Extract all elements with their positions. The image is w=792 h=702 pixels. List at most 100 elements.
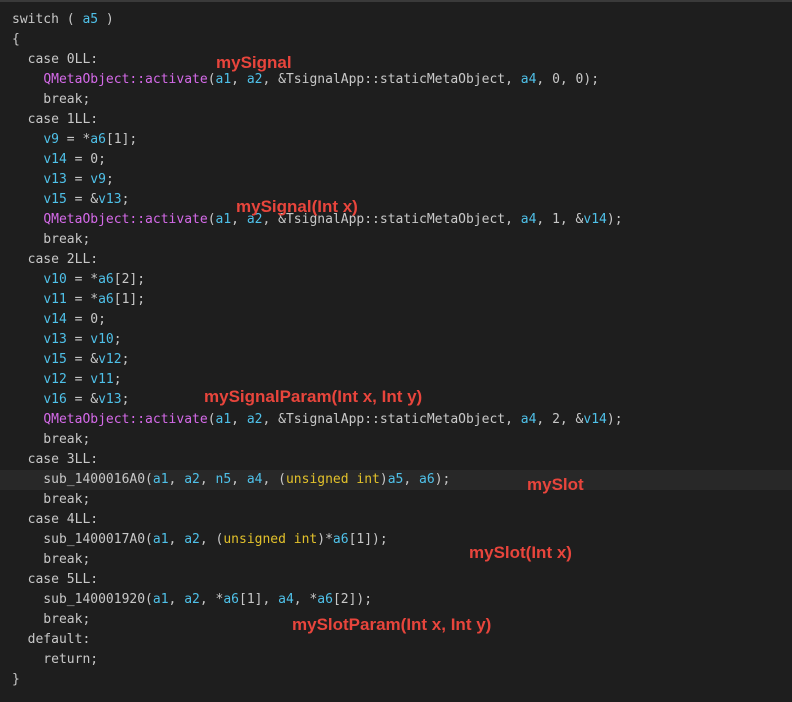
code-text: = 0; xyxy=(66,312,106,327)
code-variable: a1 xyxy=(152,532,169,547)
code-line[interactable]: v13 = v9; xyxy=(12,170,113,190)
code-text: , 1, & xyxy=(536,212,584,227)
code-variable: a5 xyxy=(387,472,404,487)
code-text: case 1LL: xyxy=(12,112,99,127)
code-text: = & xyxy=(66,192,99,207)
code-line[interactable]: v14 = 0; xyxy=(12,310,106,330)
code-text: break; xyxy=(12,492,91,507)
code-variable: v10 xyxy=(90,332,114,347)
code-text: = & xyxy=(66,352,99,367)
code-line[interactable]: v13 = v10; xyxy=(12,330,121,350)
code-line[interactable]: case 2LL: xyxy=(12,250,98,270)
code-line[interactable]: sub_1400016A0(a1, a2, n5, a4, (unsigned … xyxy=(12,470,450,490)
code-line[interactable]: QMetaObject::activate(a1, a2, &TsignalAp… xyxy=(12,70,599,90)
code-variable: v13 xyxy=(43,332,67,347)
code-text: } xyxy=(12,672,20,687)
code-line[interactable]: case 5LL: xyxy=(12,570,98,590)
code-text: , &TsignalApp::staticMetaObject, xyxy=(262,72,521,87)
code-text: = 0; xyxy=(66,152,106,167)
code-line[interactable]: break; xyxy=(12,610,90,630)
code-text: ); xyxy=(434,472,451,487)
code-line[interactable]: { xyxy=(12,30,20,50)
code-variable: a2 xyxy=(246,412,263,427)
code-line[interactable]: sub_1400017A0(a1, a2, (unsigned int)*a6[… xyxy=(12,530,387,550)
code-text: switch ( xyxy=(12,12,83,27)
code-text: , * xyxy=(293,592,318,607)
annotation-my-signal-int: mySignal(Int x) xyxy=(236,197,358,216)
code-line[interactable]: v14 = 0; xyxy=(12,150,106,170)
code-variable: v9 xyxy=(43,132,59,147)
code-text: , xyxy=(168,592,185,607)
code-variable: a6 xyxy=(223,592,239,607)
code-variable: a2 xyxy=(184,532,200,547)
code-line[interactable]: case 0LL: xyxy=(12,50,98,70)
code-variable: a5 xyxy=(82,12,99,27)
code-line[interactable]: break; xyxy=(12,90,90,110)
code-text: sub_1400016A0( xyxy=(12,472,153,487)
code-line[interactable]: v15 = &v12; xyxy=(12,350,129,370)
code-text: , xyxy=(168,472,185,487)
code-line[interactable]: case 4LL: xyxy=(12,510,98,530)
code-line[interactable]: break; xyxy=(12,550,90,570)
code-text: break; xyxy=(12,552,91,567)
code-text: case 2LL: xyxy=(12,252,99,267)
code-line[interactable]: case 3LL: xyxy=(12,450,98,470)
code-variable: a6 xyxy=(90,132,106,147)
code-variable: a6 xyxy=(98,292,114,307)
code-variable: v10 xyxy=(43,272,67,287)
code-line[interactable]: switch ( a5 ) xyxy=(12,10,114,30)
code-text: ; xyxy=(113,372,122,387)
code-variable: a4 xyxy=(278,592,294,607)
code-text: = * xyxy=(66,292,99,307)
code-text: = xyxy=(66,332,91,347)
code-text: [2]); xyxy=(332,592,373,607)
code-text: ); xyxy=(606,412,623,427)
code-variable: v16 xyxy=(43,392,67,407)
top-border xyxy=(0,0,792,2)
code-line[interactable]: break; xyxy=(12,430,90,450)
code-line[interactable]: v9 = *a6[1]; xyxy=(12,130,137,150)
code-text: case 5LL: xyxy=(12,572,99,587)
pseudocode-view[interactable]: switch ( a5 ){ case 0LL: QMetaObject::ac… xyxy=(0,0,792,702)
code-variable: n5 xyxy=(215,472,232,487)
code-line[interactable]: } xyxy=(12,670,20,690)
code-line[interactable]: v10 = *a6[2]; xyxy=(12,270,145,290)
annotation-my-signal: mySignal xyxy=(216,53,292,72)
code-text: [1]; xyxy=(113,292,146,307)
code-line[interactable]: sub_140001920(a1, a2, *a6[1], a4, *a6[2]… xyxy=(12,590,372,610)
code-keyword: unsigned int xyxy=(285,472,380,487)
code-line[interactable]: v11 = *a6[1]; xyxy=(12,290,145,310)
code-line[interactable]: v16 = &v13; xyxy=(12,390,129,410)
code-variable: v15 xyxy=(43,352,67,367)
code-variable: a2 xyxy=(184,472,200,487)
code-line[interactable]: QMetaObject::activate(a1, a2, &TsignalAp… xyxy=(12,410,623,430)
code-text: break; xyxy=(12,612,91,627)
code-text: break; xyxy=(12,232,91,247)
code-line[interactable]: default: xyxy=(12,630,91,650)
code-line[interactable]: v12 = v11; xyxy=(12,370,122,390)
code-variable: v11 xyxy=(43,292,67,307)
code-text: = xyxy=(66,172,91,187)
code-line[interactable]: break; xyxy=(12,230,90,250)
code-text: )* xyxy=(317,532,333,547)
code-line[interactable]: v15 = &v13; xyxy=(12,190,129,210)
code-line[interactable]: break; xyxy=(12,490,90,510)
code-text: [2]; xyxy=(113,272,146,287)
code-variable: v9 xyxy=(90,172,106,187)
code-text: ); xyxy=(606,212,623,227)
code-text: = * xyxy=(58,132,91,147)
code-text: = xyxy=(66,372,91,387)
code-line[interactable]: case 1LL: xyxy=(12,110,98,130)
code-line[interactable]: return; xyxy=(12,650,98,670)
code-text: sub_1400017A0( xyxy=(12,532,153,547)
code-text: ( xyxy=(207,72,216,87)
